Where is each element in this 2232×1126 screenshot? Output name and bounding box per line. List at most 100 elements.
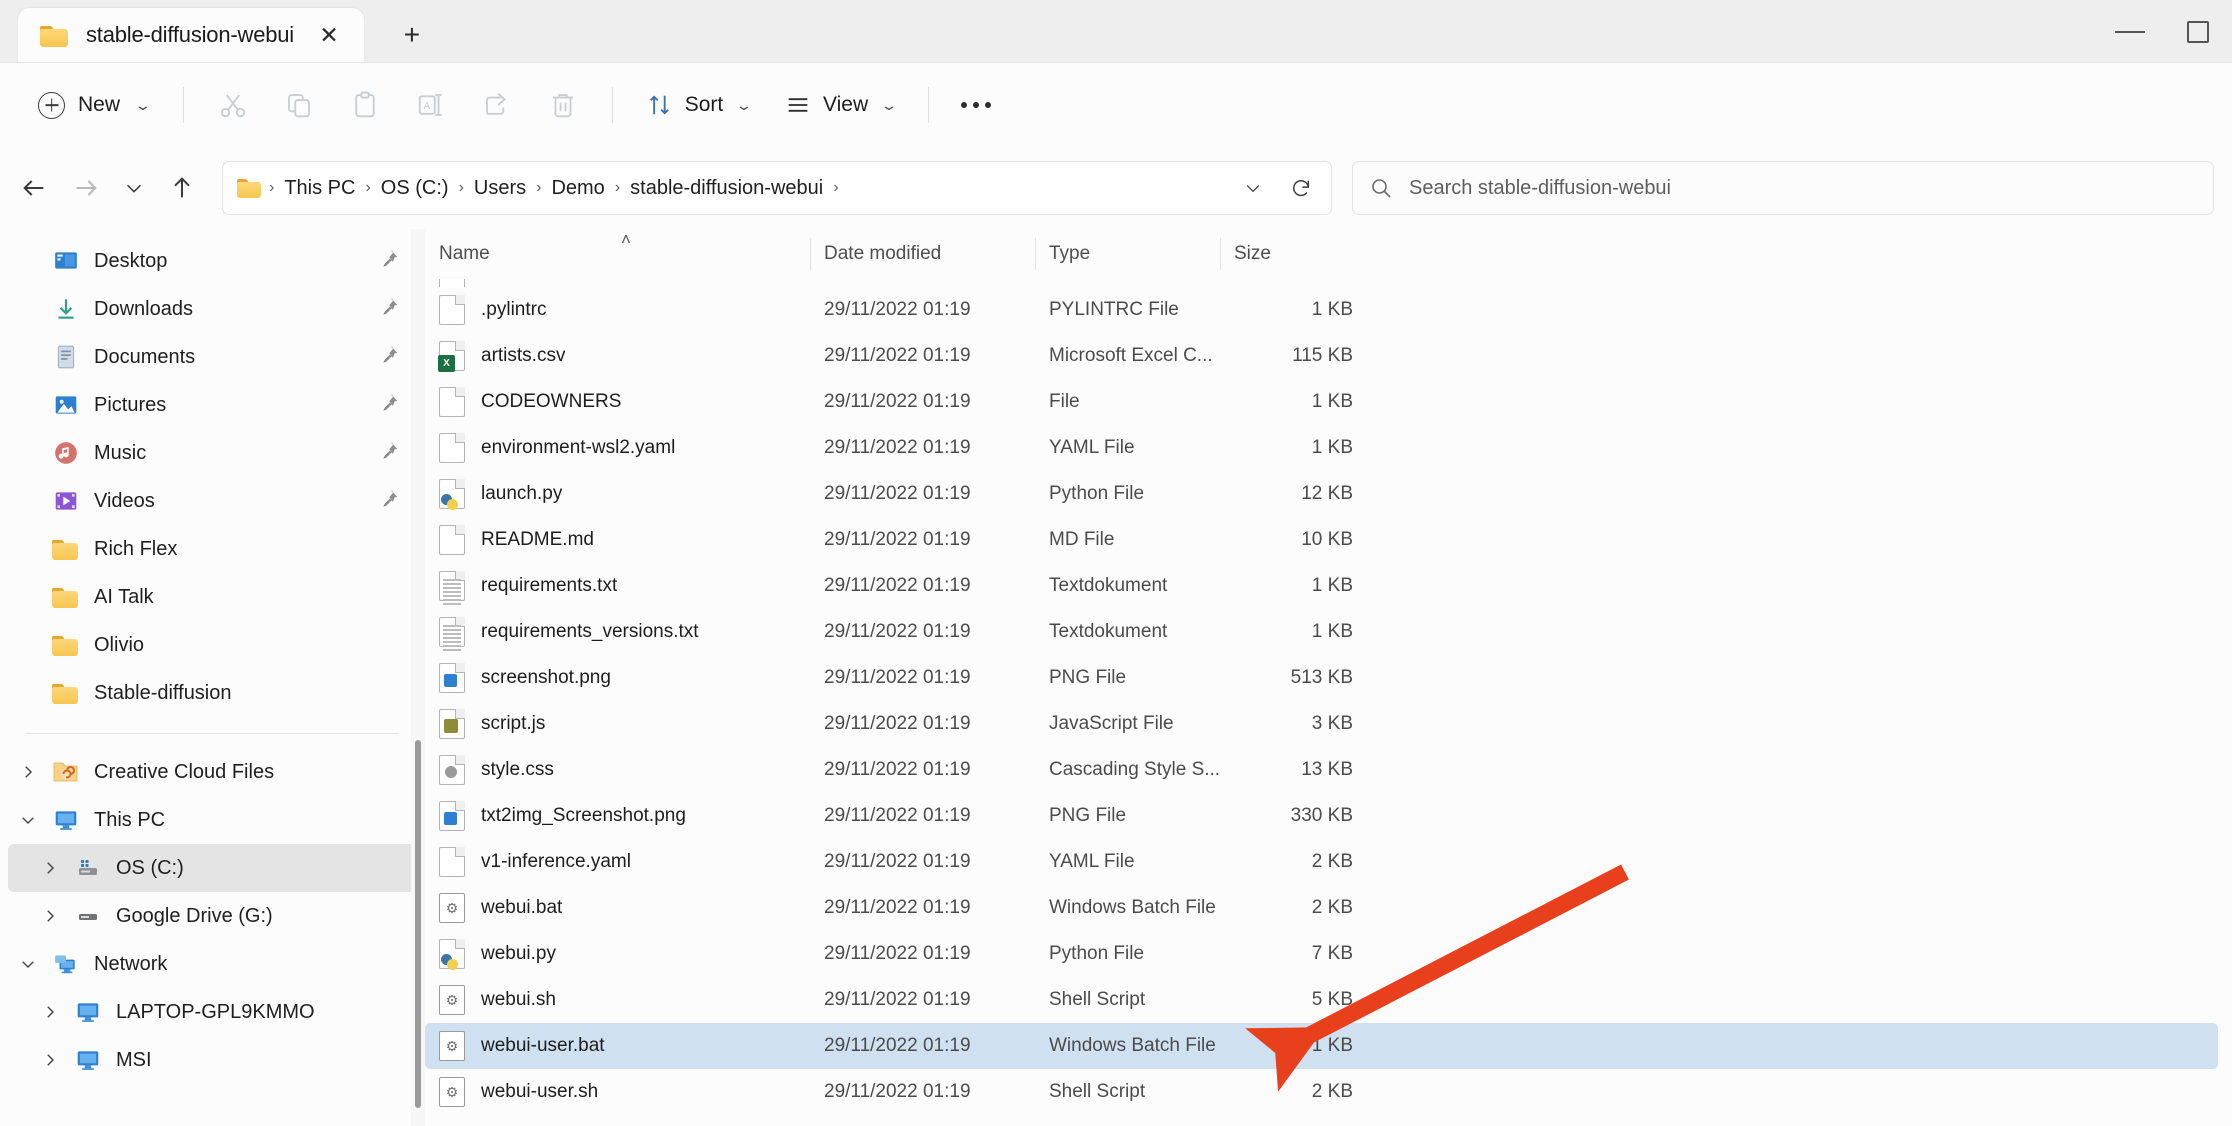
file-date-modified: 29/11/2022 01:19 xyxy=(824,391,971,412)
breadcrumb-item-demo[interactable]: Demo xyxy=(543,173,612,204)
sidebar-item-music[interactable]: Music xyxy=(8,429,417,477)
address-history-button[interactable] xyxy=(1231,166,1275,210)
table-row[interactable]: txt2img_Screenshot.png 29/11/2022 01:19 PN… xyxy=(425,793,2218,839)
drive-plain-glyph xyxy=(79,914,97,920)
breadcrumb-item-users[interactable]: Users xyxy=(466,173,534,204)
search-box[interactable]: Search stable-diffusion-webui xyxy=(1352,161,2214,215)
breadcrumb-item-os-c[interactable]: OS (C:) xyxy=(373,173,457,204)
blank-doc-icon xyxy=(439,525,465,555)
view-button[interactable]: View ⌄ xyxy=(769,78,910,132)
recent-locations-button[interactable] xyxy=(112,162,156,214)
cut-button[interactable] xyxy=(202,78,264,132)
minimize-button[interactable] xyxy=(2096,0,2164,63)
chevron-down-icon[interactable] xyxy=(8,955,48,973)
table-row[interactable]: requirements.txt 29/11/2022 01:19 Textdoku… xyxy=(425,563,2218,609)
sidebar-item-ai-talk[interactable]: AI Talk xyxy=(8,573,417,621)
file-list[interactable]: .pylintrc 29/11/2022 01:19 PYLINTRC File 1 … xyxy=(425,279,2232,1126)
table-row[interactable]: CODEOWNERS 29/11/2022 01:19 File 1 KB xyxy=(425,379,2218,425)
chevron-right-icon[interactable] xyxy=(30,1003,70,1021)
sidebar-item-os-c[interactable]: OS (C:) xyxy=(8,844,417,892)
pin-icon[interactable] xyxy=(377,392,399,419)
sidebar-item-network[interactable]: Network xyxy=(8,940,417,988)
column-header-date-modified[interactable]: Date modified xyxy=(810,229,1035,279)
sidebar-item-this-pc[interactable]: This PC xyxy=(8,796,417,844)
table-row[interactable]: ⚙ webui.sh 29/11/2022 01:19 Shell Script 5 K… xyxy=(425,977,2218,1023)
chevron-down-icon: ⌄ xyxy=(880,96,898,113)
sidebar-item-rich-flex[interactable]: Rich Flex xyxy=(8,525,417,573)
table-row[interactable]: ⚙ webui.bat 29/11/2022 01:19 Windows Batch … xyxy=(425,885,2218,931)
close-icon[interactable]: ✕ xyxy=(310,16,348,54)
address-bar[interactable]: › This PC › OS (C:) › Users › Demo › sta… xyxy=(222,161,1332,215)
sidebar-scrollbar-thumb[interactable] xyxy=(415,740,421,1109)
cell-name: environment-wsl2.yaml xyxy=(439,433,824,463)
breadcrumb-item-stable-diffusion-webui[interactable]: stable-diffusion-webui xyxy=(622,173,831,204)
pin-icon[interactable] xyxy=(377,440,399,467)
sort-button[interactable]: Sort ⌄ xyxy=(631,78,765,132)
cell-name: .pylintrc xyxy=(439,295,824,325)
sidebar-item-creative-cloud-files[interactable]: Creative Cloud Files xyxy=(8,748,417,796)
column-header-type[interactable]: Type xyxy=(1035,229,1220,279)
view-list-icon xyxy=(788,98,808,112)
search-input[interactable]: Search stable-diffusion-webui xyxy=(1409,177,1671,200)
pin-icon[interactable] xyxy=(377,248,399,275)
back-button[interactable] xyxy=(8,162,60,214)
sidebar-item-downloads[interactable]: Downloads xyxy=(8,285,417,333)
see-more-button[interactable] xyxy=(947,78,1005,132)
network-glyph xyxy=(55,955,75,974)
forward-button[interactable] xyxy=(60,162,112,214)
up-button[interactable] xyxy=(156,162,208,214)
chevron-right-icon[interactable] xyxy=(30,1051,70,1069)
sidebar-item-laptop-gpl9kmmo[interactable]: LAPTOP-GPL9KMMO xyxy=(8,988,417,1036)
maximize-button[interactable] xyxy=(2164,0,2232,63)
table-row[interactable]: ⚙ webui-user.sh 29/11/2022 01:19 Shell Scri… xyxy=(425,1069,2218,1115)
table-row[interactable]: v1-inference.yaml 29/11/2022 01:19 YAML Fi… xyxy=(425,839,2218,885)
copy-button[interactable] xyxy=(268,78,330,132)
sidebar-scrollbar[interactable] xyxy=(411,229,425,1126)
new-tab-icon[interactable]: + xyxy=(388,11,436,59)
table-row[interactable]: environment-wsl2.yaml 29/11/2022 01:19 YAM… xyxy=(425,425,2218,471)
share-button[interactable] xyxy=(466,78,528,132)
sidebar-item-pictures[interactable]: Pictures xyxy=(8,381,417,429)
refresh-button[interactable] xyxy=(1279,166,1323,210)
pin-icon[interactable] xyxy=(377,488,399,515)
table-row[interactable]: .pylintrc 29/11/2022 01:19 PYLINTRC File 1 … xyxy=(425,287,2218,333)
cell-name: webui.py xyxy=(439,939,824,970)
sidebar-item-label: Videos xyxy=(94,489,155,512)
chevron-right-icon[interactable] xyxy=(30,907,70,925)
sidebar-item-videos[interactable]: Videos xyxy=(8,477,417,525)
delete-button[interactable] xyxy=(532,78,594,132)
sidebar-item-msi[interactable]: MSI xyxy=(8,1036,417,1084)
table-row[interactable]: script.js 29/11/2022 01:19 JavaScript File… xyxy=(425,701,2218,747)
folder-icon xyxy=(237,177,263,199)
column-header-name[interactable]: Name ˄ xyxy=(425,229,810,279)
pin-icon[interactable] xyxy=(377,344,399,371)
sidebar-item-label: AI Talk xyxy=(94,585,154,608)
table-row[interactable]: screenshot.png 29/11/2022 01:19 PNG File 51… xyxy=(425,655,2218,701)
table-row-partial[interactable] xyxy=(425,279,2218,287)
sidebar-item-olivio[interactable]: Olivio xyxy=(8,621,417,669)
new-button[interactable]: New ⌄ xyxy=(22,78,165,132)
text-doc-icon xyxy=(439,571,465,605)
table-row[interactable]: style.css 29/11/2022 01:19 Cascading Style… xyxy=(425,747,2218,793)
column-header-size[interactable]: Size xyxy=(1220,229,1345,279)
sidebar-item-google-drive-g[interactable]: Google Drive (G:) xyxy=(8,892,417,940)
navigation-bar: › This PC › OS (C:) › Users › Demo › sta… xyxy=(0,147,2232,229)
table-row[interactable]: launch.py 29/11/2022 01:19 Python File 12 K… xyxy=(425,471,2218,517)
table-row[interactable]: Xartists.csv 29/11/2022 01:19 Microsoft Ex… xyxy=(425,333,2218,379)
sidebar-item-desktop[interactable]: Desktop xyxy=(8,237,417,285)
sidebar-item-documents[interactable]: Documents xyxy=(8,333,417,381)
rename-button[interactable]: A xyxy=(400,78,462,132)
breadcrumb-item-this-pc[interactable]: This PC xyxy=(276,173,363,204)
table-row[interactable]: README.md 29/11/2022 01:19 MD File 10 KB xyxy=(425,517,2218,563)
pin-icon[interactable] xyxy=(377,296,399,323)
file-date-modified: 29/11/2022 01:19 xyxy=(824,805,971,826)
table-row[interactable]: requirements_versions.txt 29/11/2022 01:1… xyxy=(425,609,2218,655)
paste-button[interactable] xyxy=(334,78,396,132)
table-row[interactable]: ⚙ webui-user.bat 29/11/2022 01:19 Windows B… xyxy=(425,1023,2218,1069)
chevron-right-icon[interactable] xyxy=(8,763,48,781)
tab-stable-diffusion-webui[interactable]: stable-diffusion-webui ✕ xyxy=(18,8,364,62)
sidebar-item-stable-diffusion[interactable]: Stable-diffusion xyxy=(8,669,417,717)
table-row[interactable]: webui.py 29/11/2022 01:19 Python File 7 KB xyxy=(425,931,2218,977)
chevron-right-icon[interactable] xyxy=(30,859,70,877)
chevron-down-icon[interactable] xyxy=(8,811,48,829)
